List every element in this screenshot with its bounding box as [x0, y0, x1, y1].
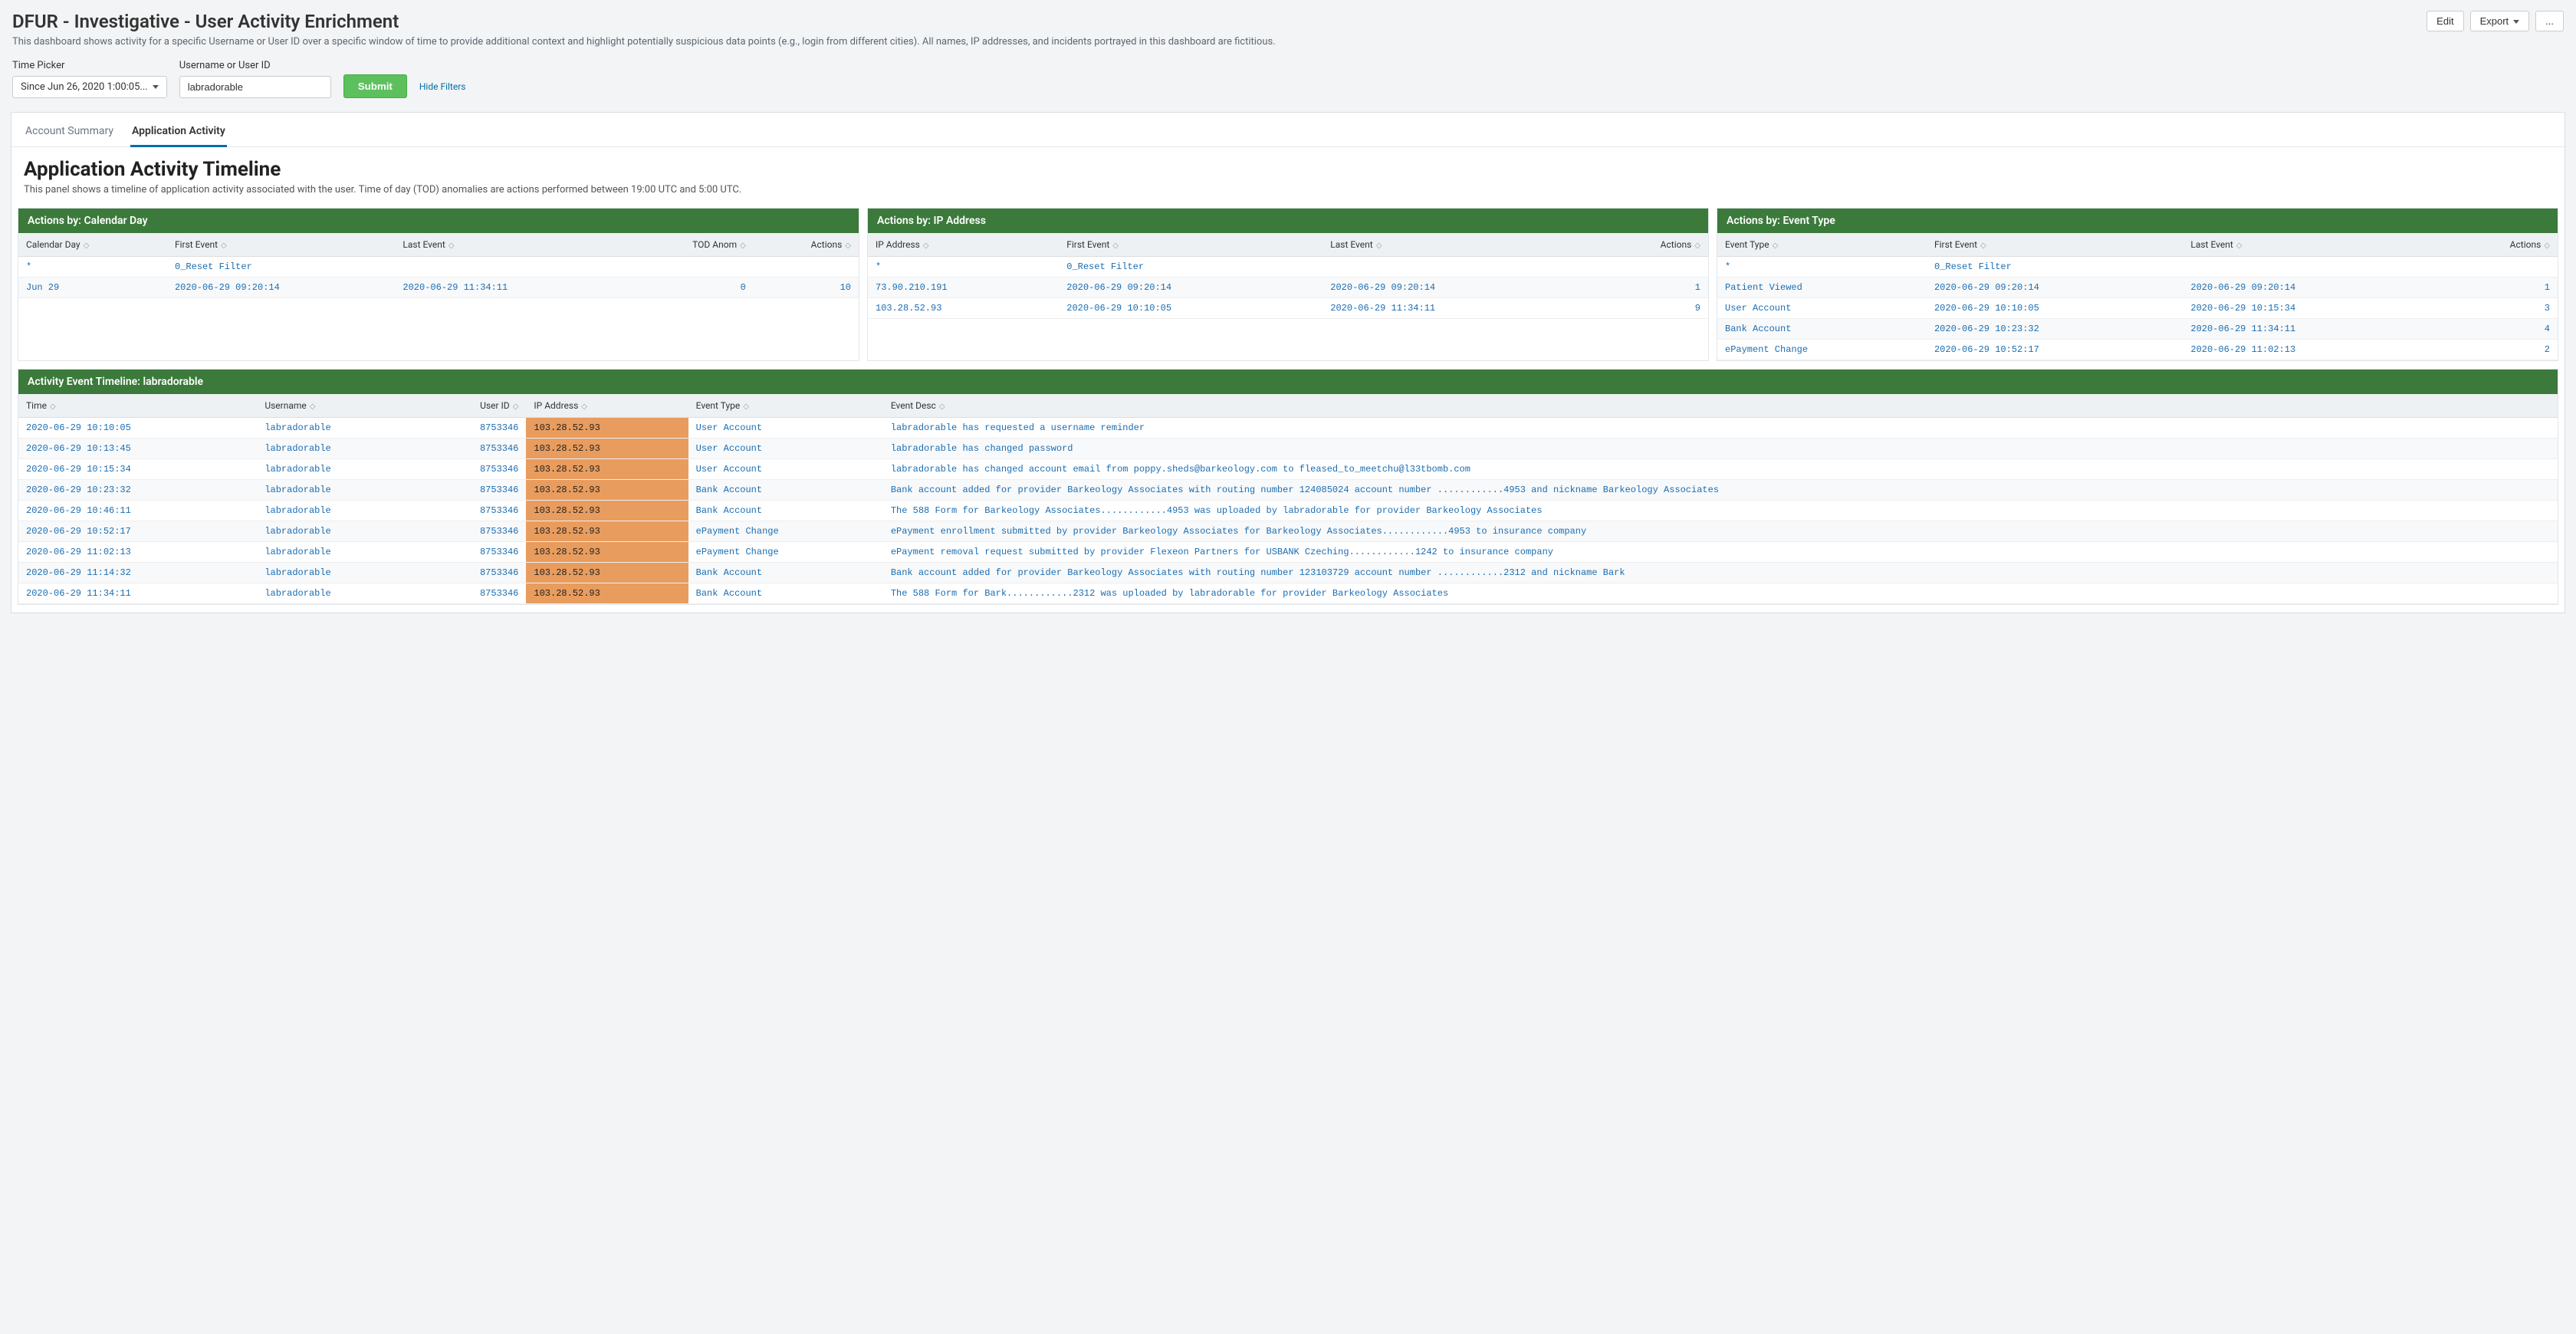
col-last-event[interactable]: Last Event◇: [2183, 233, 2439, 257]
page-title: DFUR - Investigative - User Activity Enr…: [12, 11, 399, 32]
table-row[interactable]: 2020-06-29 11:34:11labradorable875334610…: [18, 583, 2558, 604]
col-event-desc[interactable]: Event Desc◇: [883, 394, 2558, 418]
col-first-event[interactable]: First Event◇: [167, 233, 395, 257]
edit-button[interactable]: Edit: [2426, 11, 2463, 31]
timepicker-select[interactable]: Since Jun 26, 2020 1:00:05...: [12, 76, 167, 98]
col-event-type[interactable]: Event Type◇: [1717, 233, 1927, 257]
hide-filters-link[interactable]: Hide Filters: [419, 81, 466, 98]
table-timeline: Time◇ Username◇ User ID◇ IP Address◇ Eve…: [18, 394, 2558, 604]
timepicker-label: Time Picker: [12, 60, 167, 71]
table-ip: IP Address◇ First Event◇ Last Event◇ Act…: [868, 233, 1708, 319]
table-row[interactable]: *0_Reset Filter: [1717, 257, 2558, 278]
col-actions[interactable]: Actions◇: [2440, 233, 2558, 257]
export-button[interactable]: Export: [2470, 11, 2530, 31]
table-row[interactable]: Jun 292020-06-29 09:20:142020-06-29 11:3…: [18, 278, 859, 298]
table-row[interactable]: 2020-06-29 10:10:05labradorable875334610…: [18, 418, 2558, 439]
table-row[interactable]: 2020-06-29 10:15:34labradorable875334610…: [18, 459, 2558, 480]
table-event-type: Event Type◇ First Event◇ Last Event◇ Act…: [1717, 233, 2558, 360]
tab-account-summary[interactable]: Account Summary: [24, 120, 115, 146]
col-actions[interactable]: Actions◇: [754, 233, 859, 257]
table-row[interactable]: 2020-06-29 10:52:17labradorable875334610…: [18, 521, 2558, 542]
col-first-event[interactable]: First Event◇: [1059, 233, 1322, 257]
username-input[interactable]: [179, 76, 331, 98]
table-row[interactable]: *0_Reset Filter: [18, 257, 859, 278]
col-actions[interactable]: Actions◇: [1586, 233, 1708, 257]
table-row[interactable]: Bank Account2020-06-29 10:23:322020-06-2…: [1717, 319, 2558, 340]
table-row[interactable]: *0_Reset Filter: [868, 257, 1708, 278]
col-ip[interactable]: IP Address◇: [868, 233, 1059, 257]
panel-timeline-head: Activity Event Timeline: labradorable: [18, 370, 2558, 394]
page-subtitle: This dashboard shows activity for a spec…: [12, 35, 2308, 49]
table-row[interactable]: ePayment Change2020-06-29 10:52:172020-0…: [1717, 340, 2558, 360]
table-row[interactable]: 73.90.210.1912020-06-29 09:20:142020-06-…: [868, 278, 1708, 298]
table-row[interactable]: 2020-06-29 10:46:11labradorable875334610…: [18, 501, 2558, 521]
panel-ip-head: Actions by: IP Address: [868, 209, 1708, 233]
col-userid[interactable]: User ID◇: [419, 394, 527, 418]
submit-button[interactable]: Submit: [343, 74, 407, 98]
col-username[interactable]: Username◇: [257, 394, 419, 418]
col-first-event[interactable]: First Event◇: [1927, 233, 2183, 257]
table-row[interactable]: 2020-06-29 11:14:32labradorable875334610…: [18, 563, 2558, 583]
col-last-event[interactable]: Last Event◇: [395, 233, 623, 257]
panel-calendar-head: Actions by: Calendar Day: [18, 209, 859, 233]
section-title: Application Activity Timeline: [24, 158, 2552, 181]
table-row[interactable]: Patient Viewed2020-06-29 09:20:142020-06…: [1717, 278, 2558, 298]
col-calendar-day[interactable]: Calendar Day◇: [18, 233, 167, 257]
col-time[interactable]: Time◇: [18, 394, 257, 418]
col-tod-anom[interactable]: TOD Anom◇: [623, 233, 754, 257]
panel-event-head: Actions by: Event Type: [1717, 209, 2558, 233]
username-label: Username or User ID: [179, 60, 331, 71]
table-row[interactable]: 2020-06-29 10:23:32labradorable875334610…: [18, 480, 2558, 501]
more-button[interactable]: ...: [2535, 11, 2564, 31]
table-row[interactable]: 2020-06-29 11:02:13labradorable875334610…: [18, 542, 2558, 563]
section-desc: This panel shows a timeline of applicati…: [24, 184, 2552, 196]
col-last-event[interactable]: Last Event◇: [1322, 233, 1586, 257]
table-row[interactable]: User Account2020-06-29 10:10:052020-06-2…: [1717, 298, 2558, 319]
table-row[interactable]: 2020-06-29 10:13:45labradorable875334610…: [18, 439, 2558, 459]
col-event-type[interactable]: Event Type◇: [688, 394, 883, 418]
table-row[interactable]: 103.28.52.932020-06-29 10:10:052020-06-2…: [868, 298, 1708, 319]
table-calendar: Calendar Day◇ First Event◇ Last Event◇ T…: [18, 233, 859, 298]
tab-application-activity[interactable]: Application Activity: [130, 120, 227, 147]
col-ip[interactable]: IP Address◇: [526, 394, 688, 418]
